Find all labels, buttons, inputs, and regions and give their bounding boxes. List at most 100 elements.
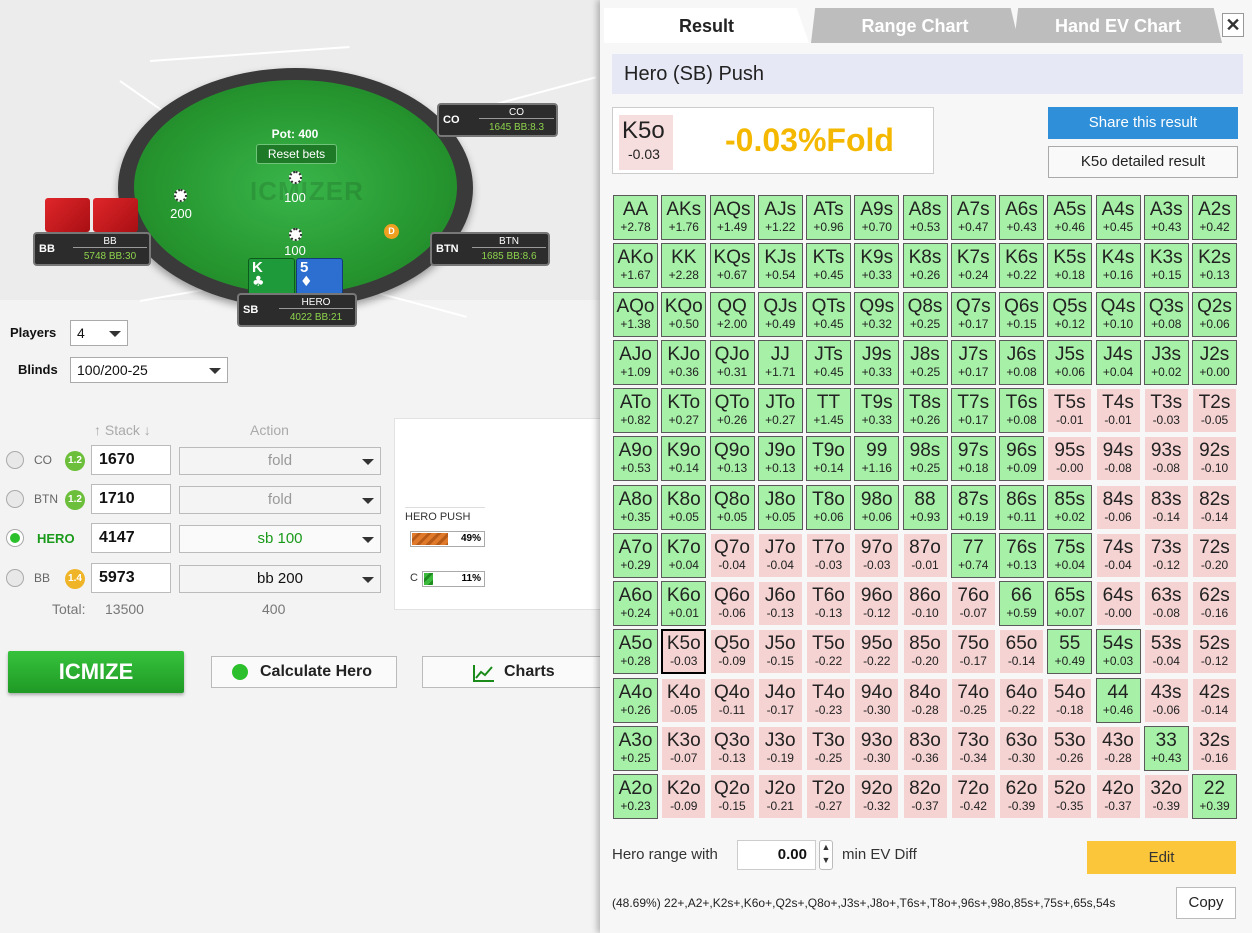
hand-cell[interactable]: T9s +0.33: [854, 388, 900, 433]
ev-spinner[interactable]: ▲ ▼: [819, 840, 833, 870]
hand-cell[interactable]: T2o -0.27: [806, 774, 851, 819]
hand-cell[interactable]: J2s +0.00: [1192, 339, 1237, 385]
hand-cell[interactable]: 22 +0.39: [1192, 774, 1237, 819]
player-radio-btn[interactable]: [6, 490, 24, 508]
stack-input[interactable]: 1710: [91, 484, 171, 514]
hand-cell[interactable]: 62o -0.39: [999, 774, 1044, 819]
hand-cell[interactable]: 85s +0.02: [1047, 484, 1093, 530]
hand-cell[interactable]: K3o -0.07: [661, 725, 707, 771]
hand-cell[interactable]: KTo +0.27: [661, 388, 707, 433]
hand-cell[interactable]: 95o -0.22: [854, 629, 900, 675]
hand-cell[interactable]: J6s +0.08: [999, 339, 1044, 385]
hand-cell[interactable]: AQs +1.49: [709, 195, 755, 240]
hand-cell[interactable]: 94o -0.30: [854, 677, 900, 723]
hand-cell[interactable]: J5s +0.06: [1047, 339, 1093, 385]
hand-cell[interactable]: 97s +0.18: [950, 436, 996, 482]
hand-cell[interactable]: 76o -0.07: [950, 581, 996, 626]
hand-cell[interactable]: 53o -0.26: [1047, 725, 1093, 771]
tab-hand-ev-chart[interactable]: Hand EV Chart: [1014, 8, 1222, 43]
hand-cell[interactable]: Q5s +0.12: [1047, 291, 1093, 337]
close-icon[interactable]: ✕: [1222, 13, 1244, 37]
hand-cell[interactable]: 55 +0.49: [1047, 629, 1093, 675]
hand-cell[interactable]: JTo +0.27: [757, 388, 803, 433]
hand-cell[interactable]: QJs +0.49: [757, 291, 803, 337]
hand-cell[interactable]: 87s +0.19: [950, 484, 996, 530]
hand-cell[interactable]: KQo +0.50: [661, 291, 707, 337]
hand-cell[interactable]: A2o +0.23: [613, 774, 658, 819]
hand-cell[interactable]: Q2o -0.15: [709, 774, 755, 819]
hand-cell[interactable]: 43o -0.28: [1095, 725, 1141, 771]
hand-cell[interactable]: J4s +0.04: [1095, 339, 1141, 385]
hand-cell[interactable]: A4o +0.26: [613, 677, 658, 723]
hand-cell[interactable]: 74s -0.04: [1095, 532, 1141, 578]
hand-cell[interactable]: 73o -0.34: [950, 725, 996, 771]
hand-cell[interactable]: J3s +0.02: [1143, 339, 1189, 385]
hand-cell[interactable]: 54s +0.03: [1095, 629, 1141, 675]
tab-range-chart[interactable]: Range Chart: [811, 8, 1019, 43]
hand-cell[interactable]: T3s -0.03: [1143, 388, 1189, 433]
hand-cell[interactable]: K6o +0.01: [661, 581, 707, 626]
hand-cell[interactable]: A3o +0.25: [613, 725, 658, 771]
player-radio-hero[interactable]: [6, 529, 24, 547]
hand-cell[interactable]: K3s +0.15: [1143, 243, 1189, 289]
hand-cell[interactable]: 54o -0.18: [1047, 677, 1093, 723]
hand-cell[interactable]: 42o -0.37: [1095, 774, 1141, 819]
hand-cell[interactable]: 53s -0.04: [1143, 629, 1189, 675]
tab-result[interactable]: Result: [604, 8, 809, 43]
stack-input[interactable]: 5973: [91, 563, 171, 593]
hand-cell[interactable]: AKo +1.67: [613, 243, 658, 289]
hand-cell[interactable]: QTs +0.45: [806, 291, 851, 337]
hand-cell[interactable]: ATs +0.96: [806, 195, 851, 240]
hand-cell[interactable]: 87o -0.01: [902, 532, 948, 578]
hand-cell[interactable]: 98s +0.25: [902, 436, 948, 482]
hand-cell[interactable]: A6o +0.24: [613, 581, 658, 626]
reset-bets-button[interactable]: Reset bets: [256, 144, 337, 164]
edit-button[interactable]: Edit: [1087, 841, 1236, 874]
action-select[interactable]: bb 200: [179, 565, 381, 593]
hand-cell[interactable]: 96s +0.09: [999, 436, 1044, 482]
min-ev-input[interactable]: 0.00: [737, 840, 816, 870]
hand-cell[interactable]: Q4o -0.11: [709, 677, 755, 723]
hand-cell[interactable]: 92s -0.10: [1192, 436, 1237, 482]
hand-cell[interactable]: 97o -0.03: [854, 532, 900, 578]
hand-cell[interactable]: Q7o -0.04: [709, 532, 755, 578]
hand-cell[interactable]: A7o +0.29: [613, 532, 658, 578]
hand-cell[interactable]: J2o -0.21: [757, 774, 803, 819]
hand-cell[interactable]: T2s -0.05: [1192, 388, 1237, 433]
hand-cell[interactable]: J9s +0.33: [854, 339, 900, 385]
stack-column-header[interactable]: ↑ Stack ↓: [94, 422, 151, 438]
hand-cell[interactable]: 65s +0.07: [1047, 581, 1093, 626]
hand-cell[interactable]: J6o -0.13: [757, 581, 803, 626]
hand-cell[interactable]: J9o +0.13: [757, 436, 803, 482]
hand-cell[interactable]: KJo +0.36: [661, 339, 707, 385]
hand-cell[interactable]: 88 +0.93: [902, 484, 948, 530]
hand-cell[interactable]: 72s -0.20: [1192, 532, 1237, 578]
icmize-button[interactable]: ICMIZE: [8, 651, 184, 693]
hand-cell[interactable]: 72o -0.42: [950, 774, 996, 819]
hand-cell[interactable]: KTs +0.45: [806, 243, 851, 289]
seat-btn[interactable]: BTN BTN 1685 BB:8.6: [430, 232, 550, 266]
hand-cell[interactable]: K7o +0.04: [661, 532, 707, 578]
hand-cell[interactable]: JTs +0.45: [806, 339, 851, 385]
hand-cell[interactable]: K4o -0.05: [661, 677, 707, 723]
hand-cell[interactable]: J7o -0.04: [757, 532, 803, 578]
player-radio-bb[interactable]: [6, 569, 24, 587]
hand-cell[interactable]: QJo +0.31: [709, 339, 755, 385]
hand-cell[interactable]: 83o -0.36: [902, 725, 948, 771]
hand-cell[interactable]: T6o -0.13: [806, 581, 851, 626]
hand-cell[interactable]: 77 +0.74: [950, 532, 996, 578]
share-result-button[interactable]: Share this result: [1048, 107, 1238, 139]
hand-cell[interactable]: A8o +0.35: [613, 484, 658, 530]
hand-cell[interactable]: Q8o +0.05: [709, 484, 755, 530]
hand-cell[interactable]: JJ +1.71: [757, 339, 803, 385]
hand-cell[interactable]: 52o -0.35: [1047, 774, 1093, 819]
hand-cell[interactable]: 93o -0.30: [854, 725, 900, 771]
hand-cell[interactable]: A9o +0.53: [613, 436, 658, 482]
hand-cell[interactable]: AKs +1.76: [661, 195, 707, 240]
hand-cell[interactable]: TT +1.45: [806, 388, 851, 433]
hand-cell[interactable]: K2s +0.13: [1192, 243, 1237, 289]
hand-cell[interactable]: 73s -0.12: [1143, 532, 1189, 578]
hand-cell[interactable]: 52s -0.12: [1192, 629, 1237, 675]
hand-cell[interactable]: 65o -0.14: [999, 629, 1044, 675]
hand-cell[interactable]: Q8s +0.25: [902, 291, 948, 337]
